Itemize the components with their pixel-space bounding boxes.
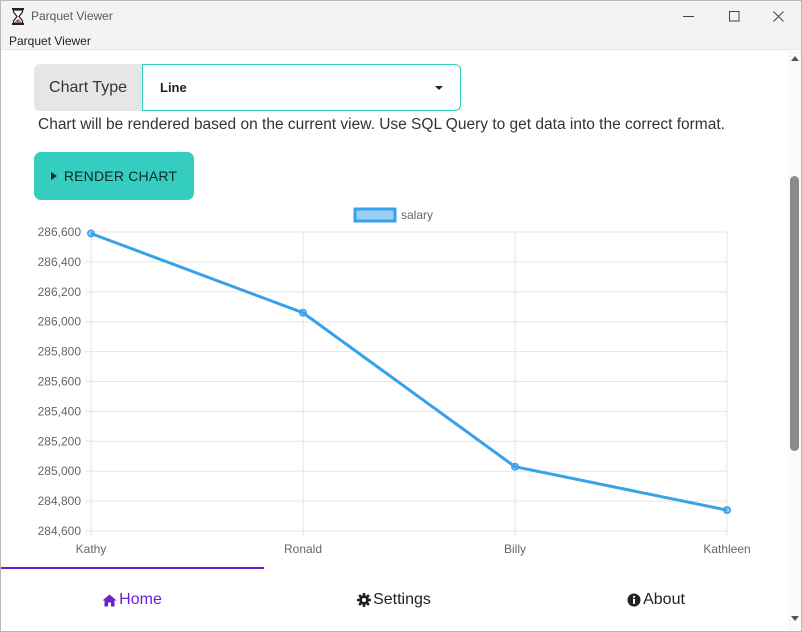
menu-bar: Parquet Viewer xyxy=(1,32,801,50)
data-point xyxy=(511,462,519,471)
render-chart-label: RENDER CHART xyxy=(63,168,178,184)
y-tick-label: 285,800 xyxy=(38,345,82,359)
vertical-scrollbar[interactable] xyxy=(788,51,801,631)
tab-home-label: Home xyxy=(119,591,162,608)
tab-settings[interactable]: Settings xyxy=(263,569,525,631)
chart-type-value: Line xyxy=(160,80,187,95)
x-tick-label: Ronald xyxy=(284,542,322,556)
close-icon xyxy=(772,11,784,22)
gear-icon xyxy=(357,593,372,607)
render-chart-button[interactable]: RENDER CHART xyxy=(34,152,194,200)
x-tick-label: Kathleen xyxy=(703,542,750,556)
y-tick-label: 285,200 xyxy=(38,434,82,448)
tab-home[interactable]: Home xyxy=(1,569,263,631)
data-point xyxy=(723,506,731,515)
series-line xyxy=(90,232,728,512)
y-tick-label: 284,600 xyxy=(38,524,82,538)
data-point xyxy=(87,229,95,238)
legend-swatch xyxy=(353,207,397,223)
chart-type-select[interactable]: Line xyxy=(142,64,461,111)
main-content: Chart Type Line Chart will be rendered b… xyxy=(1,51,788,567)
y-tick-label: 285,000 xyxy=(38,464,82,478)
y-tick-label: 286,600 xyxy=(38,225,82,239)
y-tick-label: 286,400 xyxy=(38,255,82,269)
menu-app-name[interactable]: Parquet Viewer xyxy=(9,34,91,48)
info-icon xyxy=(627,593,641,607)
y-tick-label: 286,000 xyxy=(38,315,82,329)
home-icon xyxy=(102,594,117,606)
scroll-down-icon[interactable] xyxy=(791,616,799,621)
chart-hint-text: Chart will be rendered based on the curr… xyxy=(38,116,725,133)
y-tick-label: 285,600 xyxy=(38,375,82,389)
y-tick-label: 285,400 xyxy=(38,404,82,418)
maximize-icon xyxy=(728,11,739,22)
window-title: Parquet Viewer xyxy=(31,9,113,23)
legend-label: salary xyxy=(401,208,433,222)
minimize-button[interactable] xyxy=(665,1,711,32)
line-chart: 286,600 286,400 286,200 286,000 285,800 285,6… xyxy=(38,207,751,556)
maximize-button[interactable] xyxy=(711,1,757,32)
y-tick-label: 284,800 xyxy=(38,494,82,508)
hourglass-icon xyxy=(12,8,24,25)
chart-type-group: Chart Type Line xyxy=(34,64,461,111)
chart-type-label: Chart Type xyxy=(34,64,142,111)
data-point xyxy=(299,308,307,317)
x-tick-label: Kathy xyxy=(76,542,107,556)
tab-settings-label: Settings xyxy=(373,591,431,608)
scroll-thumb[interactable] xyxy=(790,176,799,451)
scroll-up-icon[interactable] xyxy=(791,56,799,61)
app-window: Parquet Viewer Parquet Viewer Chart Type… xyxy=(0,0,802,632)
title-bar: Parquet Viewer xyxy=(1,1,801,32)
close-button[interactable] xyxy=(755,1,801,32)
y-tick-label: 286,200 xyxy=(38,285,82,299)
x-tick-label: Billy xyxy=(504,542,526,556)
caret-down-icon xyxy=(435,86,443,90)
tab-about[interactable]: About xyxy=(525,569,787,631)
bottom-tab-bar: Home Settings About xyxy=(1,567,788,631)
minimize-icon xyxy=(682,15,694,17)
play-icon xyxy=(50,172,57,180)
tab-about-label: About xyxy=(643,591,685,608)
